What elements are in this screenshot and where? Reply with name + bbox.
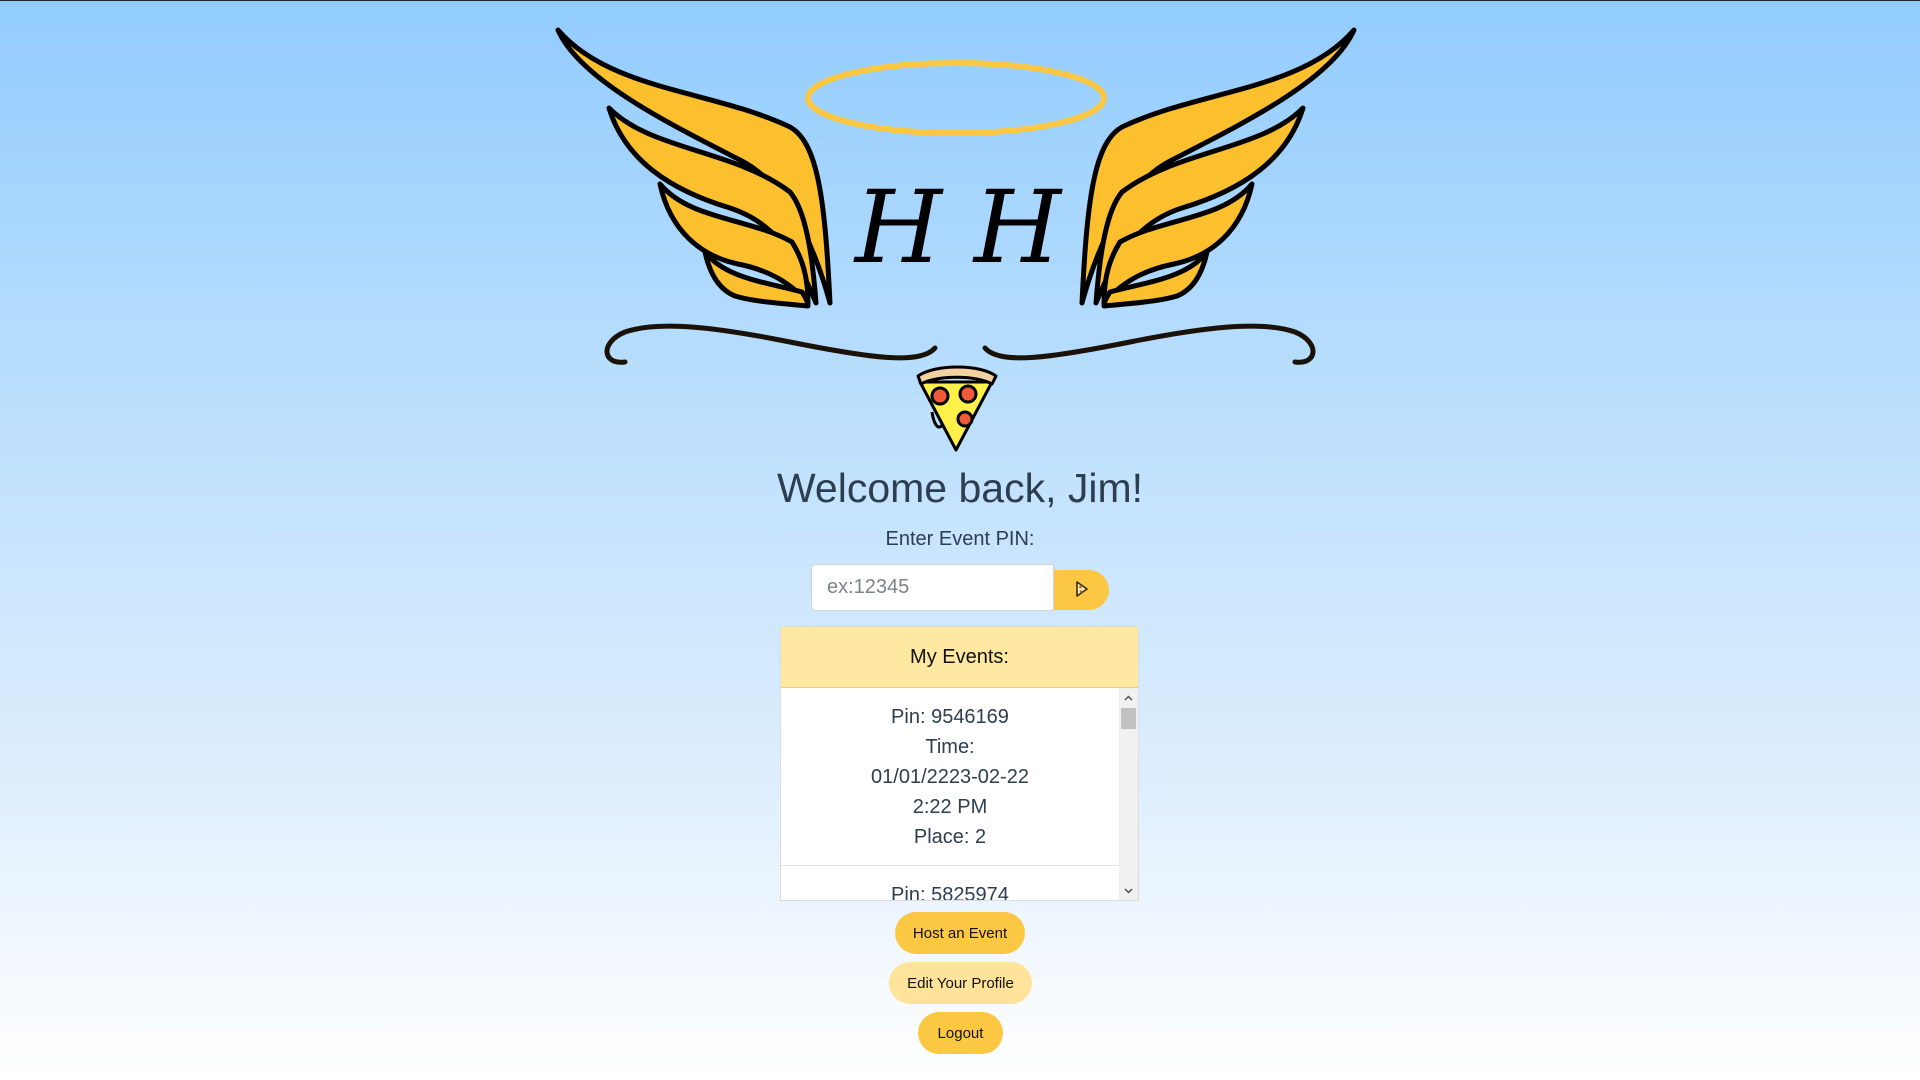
event-pin: Pin: 5825974 [891, 884, 1009, 900]
my-events-title: My Events: [781, 627, 1138, 688]
flourish-icon [604, 323, 1316, 365]
angel-wings-logo: H H [555, 27, 1357, 452]
welcome-heading: Welcome back, Jim! [776, 465, 1144, 511]
scroll-up-arrow-icon[interactable] [1119, 688, 1138, 707]
event-place: Place: 2 [913, 826, 987, 848]
scrollbar-thumb[interactable] [1121, 708, 1136, 729]
scroll-down-arrow-icon[interactable] [1119, 881, 1138, 900]
event-clock: 2:22 PM [912, 796, 988, 818]
halo-icon [805, 60, 1107, 136]
edit-profile-button[interactable]: Edit Your Profile [889, 962, 1032, 1004]
events-scrollbar[interactable] [1119, 688, 1138, 900]
pizza-slice-arrow-icon [1075, 580, 1089, 600]
event-date: 01/01/2223-02-22 [871, 766, 1029, 788]
window-top-border [0, 0, 1920, 1]
event-list-item[interactable]: Pin: 5825974 [781, 866, 1119, 900]
host-event-button[interactable]: Host an Event [895, 912, 1025, 954]
event-pin: Pin: 9546169 [891, 706, 1009, 728]
left-wing-icon [555, 27, 833, 309]
logo-monogram: H H [853, 169, 1063, 286]
right-wing-icon [1079, 27, 1357, 309]
pizza-slice-icon [916, 365, 998, 452]
event-list-item[interactable]: Pin: 9546169 Time: 01/01/2223-02-22 2:22… [781, 688, 1119, 866]
event-time-label: Time: [925, 736, 975, 758]
event-pin-label: Enter Event PIN: [885, 528, 1035, 550]
my-events-panel: My Events: Pin: 9546169 Time: 01/01/2223… [780, 626, 1139, 901]
event-pin-form [811, 564, 1109, 611]
event-pin-input[interactable] [811, 564, 1054, 611]
my-events-list[interactable]: Pin: 9546169 Time: 01/01/2223-02-22 2:22… [781, 688, 1119, 900]
logout-button[interactable]: Logout [918, 1012, 1003, 1054]
event-pin-submit-button[interactable] [1054, 570, 1109, 610]
